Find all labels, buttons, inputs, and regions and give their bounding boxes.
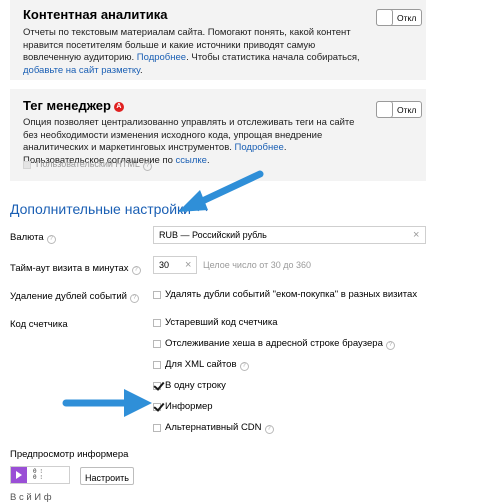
annotation-arrow-icon bbox=[62, 389, 152, 417]
content-analytics-card: Контентная аналитика Отчеты по текстовым… bbox=[10, 0, 426, 80]
currency-label: Валюта? bbox=[10, 232, 56, 244]
toggle-label: Откл bbox=[397, 105, 417, 115]
configure-button[interactable]: Настроить bbox=[80, 467, 134, 485]
alert-badge-icon: A bbox=[113, 102, 124, 112]
configure-button-label: Настроить bbox=[85, 473, 129, 483]
legacy-code-checkbox[interactable] bbox=[153, 319, 161, 327]
informer-footer-text: В с й И ф bbox=[10, 492, 52, 503]
toggle-knob bbox=[376, 101, 393, 118]
xml-sites-checkbox[interactable] bbox=[153, 361, 161, 369]
custom-html-label: Пользовательский HTML? bbox=[36, 159, 152, 171]
tag-manager-toggle[interactable]: Откл bbox=[376, 101, 422, 118]
timeout-value: 30 bbox=[159, 260, 170, 270]
hash-tracking-checkbox[interactable] bbox=[153, 340, 161, 348]
annotation-arrow-icon bbox=[178, 170, 264, 212]
help-icon[interactable]: ? bbox=[385, 341, 395, 350]
help-icon[interactable]: ? bbox=[46, 235, 56, 244]
clear-icon[interactable]: × bbox=[413, 229, 419, 241]
currency-select[interactable]: RUB — Российский рубль × bbox=[153, 226, 426, 244]
custom-html-checkbox[interactable] bbox=[23, 161, 31, 169]
currency-value: RUB — Российский рубль bbox=[159, 230, 267, 240]
alt-cdn-label: Альтернативный CDN? bbox=[165, 422, 274, 434]
add-markup-link[interactable]: добавьте на сайт разметку bbox=[23, 65, 140, 76]
help-icon[interactable]: ? bbox=[239, 362, 249, 371]
content-analytics-title: Контентная аналитика bbox=[23, 7, 168, 22]
timeout-input[interactable]: 30 × bbox=[153, 256, 197, 274]
toggle-knob bbox=[376, 9, 393, 26]
hash-tracking-label: Отслеживание хеша в адресной строке брау… bbox=[165, 338, 395, 350]
timeout-hint: Целое число от 30 до 360 bbox=[203, 260, 312, 270]
toggle-label: Откл bbox=[397, 13, 417, 23]
single-line-label: В одну строку bbox=[165, 380, 226, 391]
help-icon[interactable]: ? bbox=[129, 294, 139, 303]
agreement-link[interactable]: ссылке bbox=[176, 155, 207, 166]
dedup-option-label: Удалять дубли событий "еком-покупка" в р… bbox=[165, 289, 418, 300]
content-analytics-more-link[interactable]: Подробнее bbox=[137, 52, 186, 63]
alt-cdn-checkbox[interactable] bbox=[153, 424, 161, 432]
timeout-label: Тайм-аут визита в минутах? bbox=[10, 263, 141, 275]
informer-arrow-icon bbox=[16, 471, 22, 479]
informer-preview-widget: 0 ⁝ 0 ⁝ bbox=[10, 466, 70, 484]
tag-manager-more-link[interactable]: Подробнее bbox=[235, 142, 284, 153]
informer-preview-label: Предпросмотр информера bbox=[10, 449, 129, 460]
tag-manager-title: Тег менеджер A bbox=[23, 98, 124, 113]
help-icon[interactable]: ? bbox=[131, 266, 141, 275]
dedup-label: Удаление дублей событий? bbox=[10, 291, 139, 303]
help-icon[interactable]: ? bbox=[264, 425, 274, 434]
informer-label: Информер bbox=[165, 401, 213, 412]
legacy-code-label: Устаревший код счетчика bbox=[165, 317, 278, 328]
dedup-checkbox[interactable] bbox=[153, 291, 161, 299]
help-icon[interactable]: ? bbox=[142, 162, 152, 171]
counter-code-label: Код счетчика bbox=[10, 319, 68, 330]
xml-sites-label: Для XML сайтов? bbox=[165, 359, 249, 371]
informer-stats-icon: 0 ⁝ 0 ⁝ bbox=[33, 468, 43, 481]
content-analytics-description: Отчеты по текстовым материалам сайта. По… bbox=[23, 27, 360, 76]
content-analytics-toggle[interactable]: Откл bbox=[376, 9, 422, 26]
clear-icon[interactable]: × bbox=[185, 259, 191, 271]
